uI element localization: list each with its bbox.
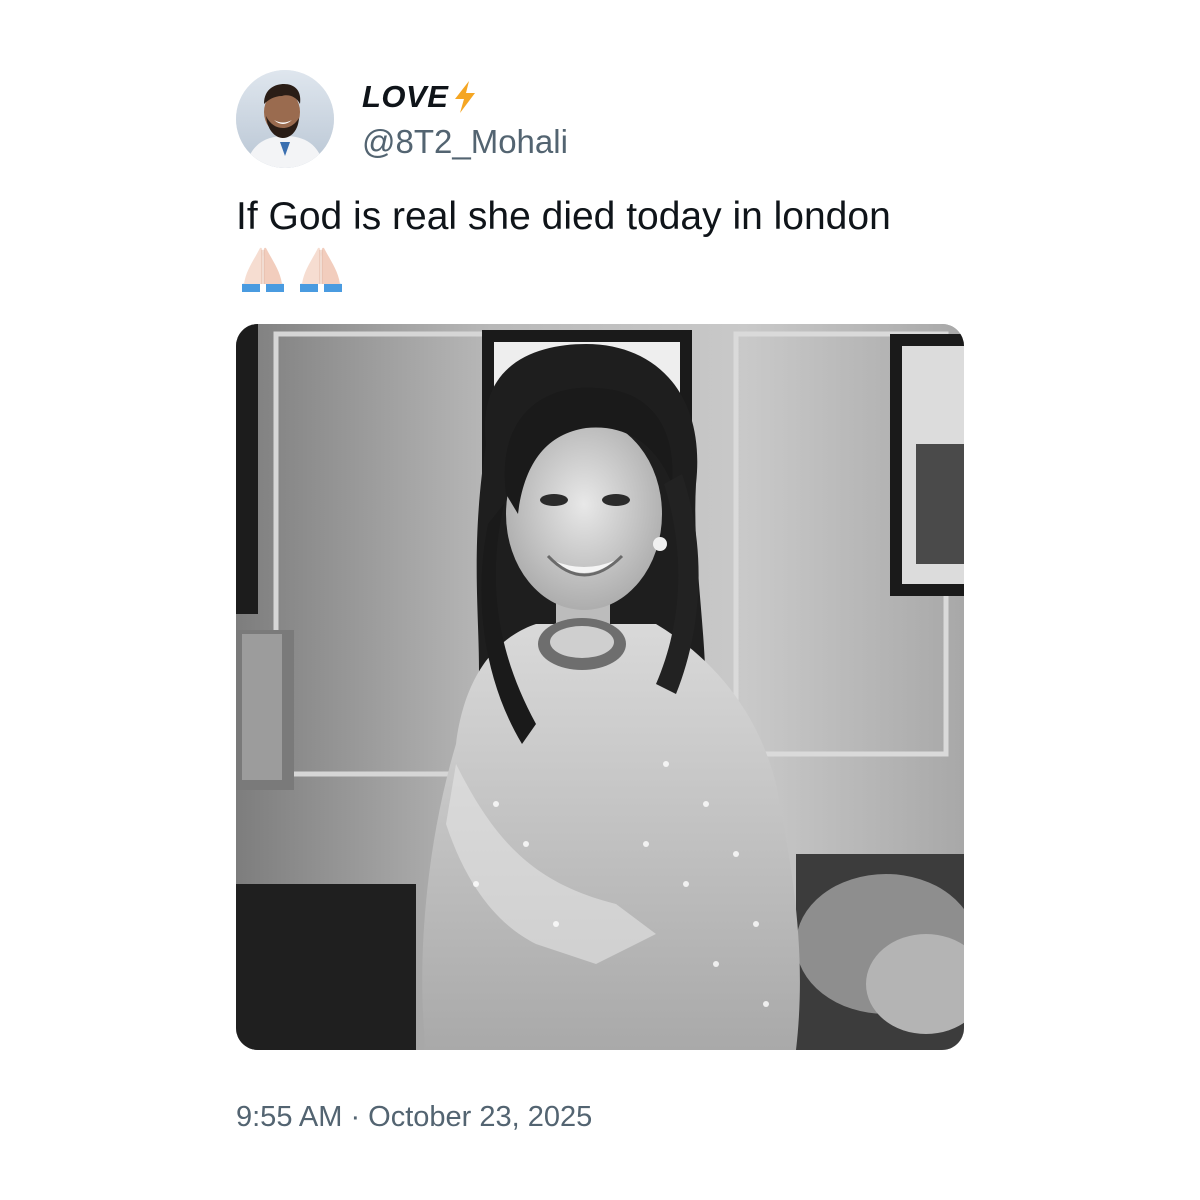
author-names: LOVE @8T2_Mohali xyxy=(362,77,568,161)
display-name[interactable]: LOVE xyxy=(362,79,448,115)
tweet-timestamp[interactable]: 9:55 AM · October 23, 2025 xyxy=(236,1101,592,1134)
folded-hands-icon xyxy=(242,247,284,292)
tweet-text: If God is real she died today in london xyxy=(236,195,891,238)
author-handle[interactable]: @8T2_Mohali xyxy=(362,123,568,161)
tweet-stats-row-cropped: ​ xyxy=(236,1186,616,1200)
cropped-stats-text: ​ xyxy=(236,1188,616,1200)
display-name-row[interactable]: LOVE xyxy=(362,77,568,117)
tweet-header: LOVE @8T2_Mohali xyxy=(236,70,568,168)
avatar[interactable] xyxy=(236,70,334,168)
avatar-image xyxy=(236,70,334,168)
tweet-card: LOVE @8T2_Mohali If God is real she died… xyxy=(0,0,1200,1200)
emoji-row xyxy=(236,240,348,294)
tweet-photo[interactable] xyxy=(236,324,964,1050)
lightning-bolt-icon xyxy=(455,81,476,113)
photo-image xyxy=(236,324,964,1050)
folded-hands-icon xyxy=(300,247,342,292)
